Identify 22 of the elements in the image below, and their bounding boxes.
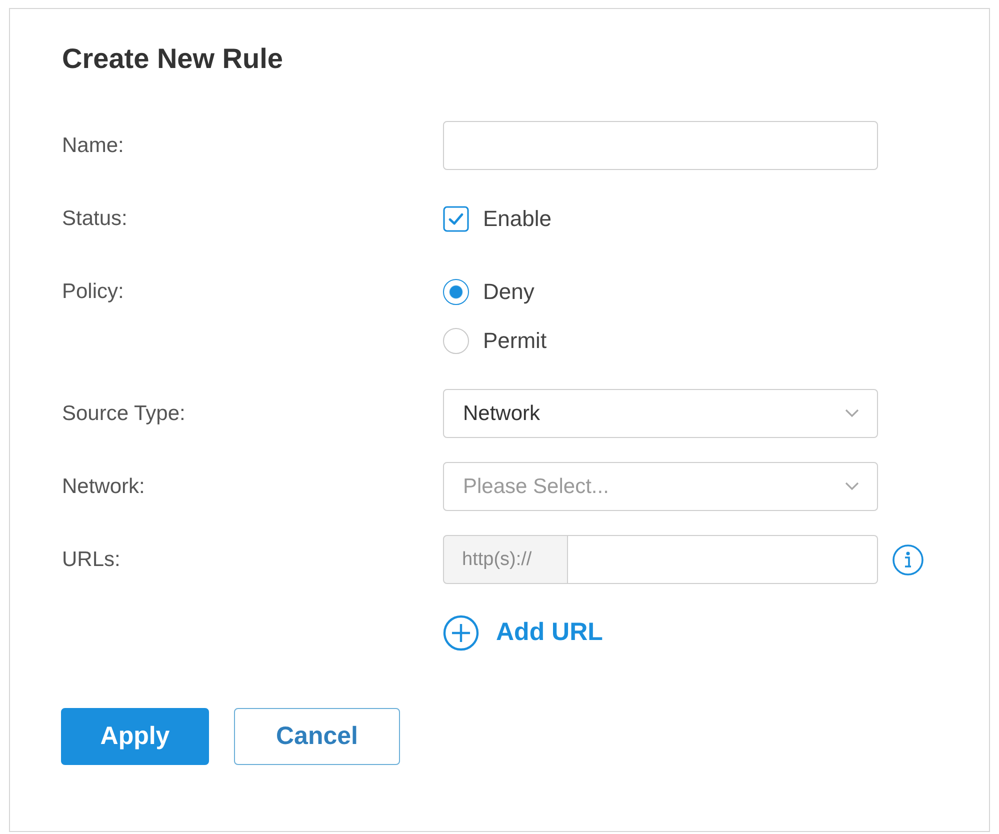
field-label: Policy: <box>62 280 124 304</box>
plus-circle-icon <box>443 614 479 650</box>
radio-button[interactable] <box>443 328 469 354</box>
url-prefix: http(s):// <box>443 535 568 584</box>
url-input[interactable] <box>568 535 878 584</box>
checkbox-label[interactable]: Enable <box>483 206 552 232</box>
radio-label[interactable]: Deny <box>483 278 534 304</box>
name-input[interactable] <box>443 121 878 170</box>
radio-label[interactable]: Permit <box>483 328 547 354</box>
cancel-button[interactable]: Cancel <box>234 708 400 765</box>
checkbox[interactable] <box>443 206 469 232</box>
info-icon[interactable] <box>892 544 924 576</box>
dialog-title: Create New Rule <box>62 42 283 76</box>
radio-button[interactable] <box>443 278 469 304</box>
select-field[interactable]: Network <box>443 389 878 438</box>
chevron-down-icon <box>845 482 859 491</box>
field-label: URLs: <box>62 548 120 572</box>
chevron-down-icon <box>845 409 859 418</box>
field-label: Network: <box>62 474 145 498</box>
field-label: Status: <box>62 206 128 230</box>
field-label: Source Type: <box>62 402 186 426</box>
field-label: Name: <box>62 134 124 158</box>
